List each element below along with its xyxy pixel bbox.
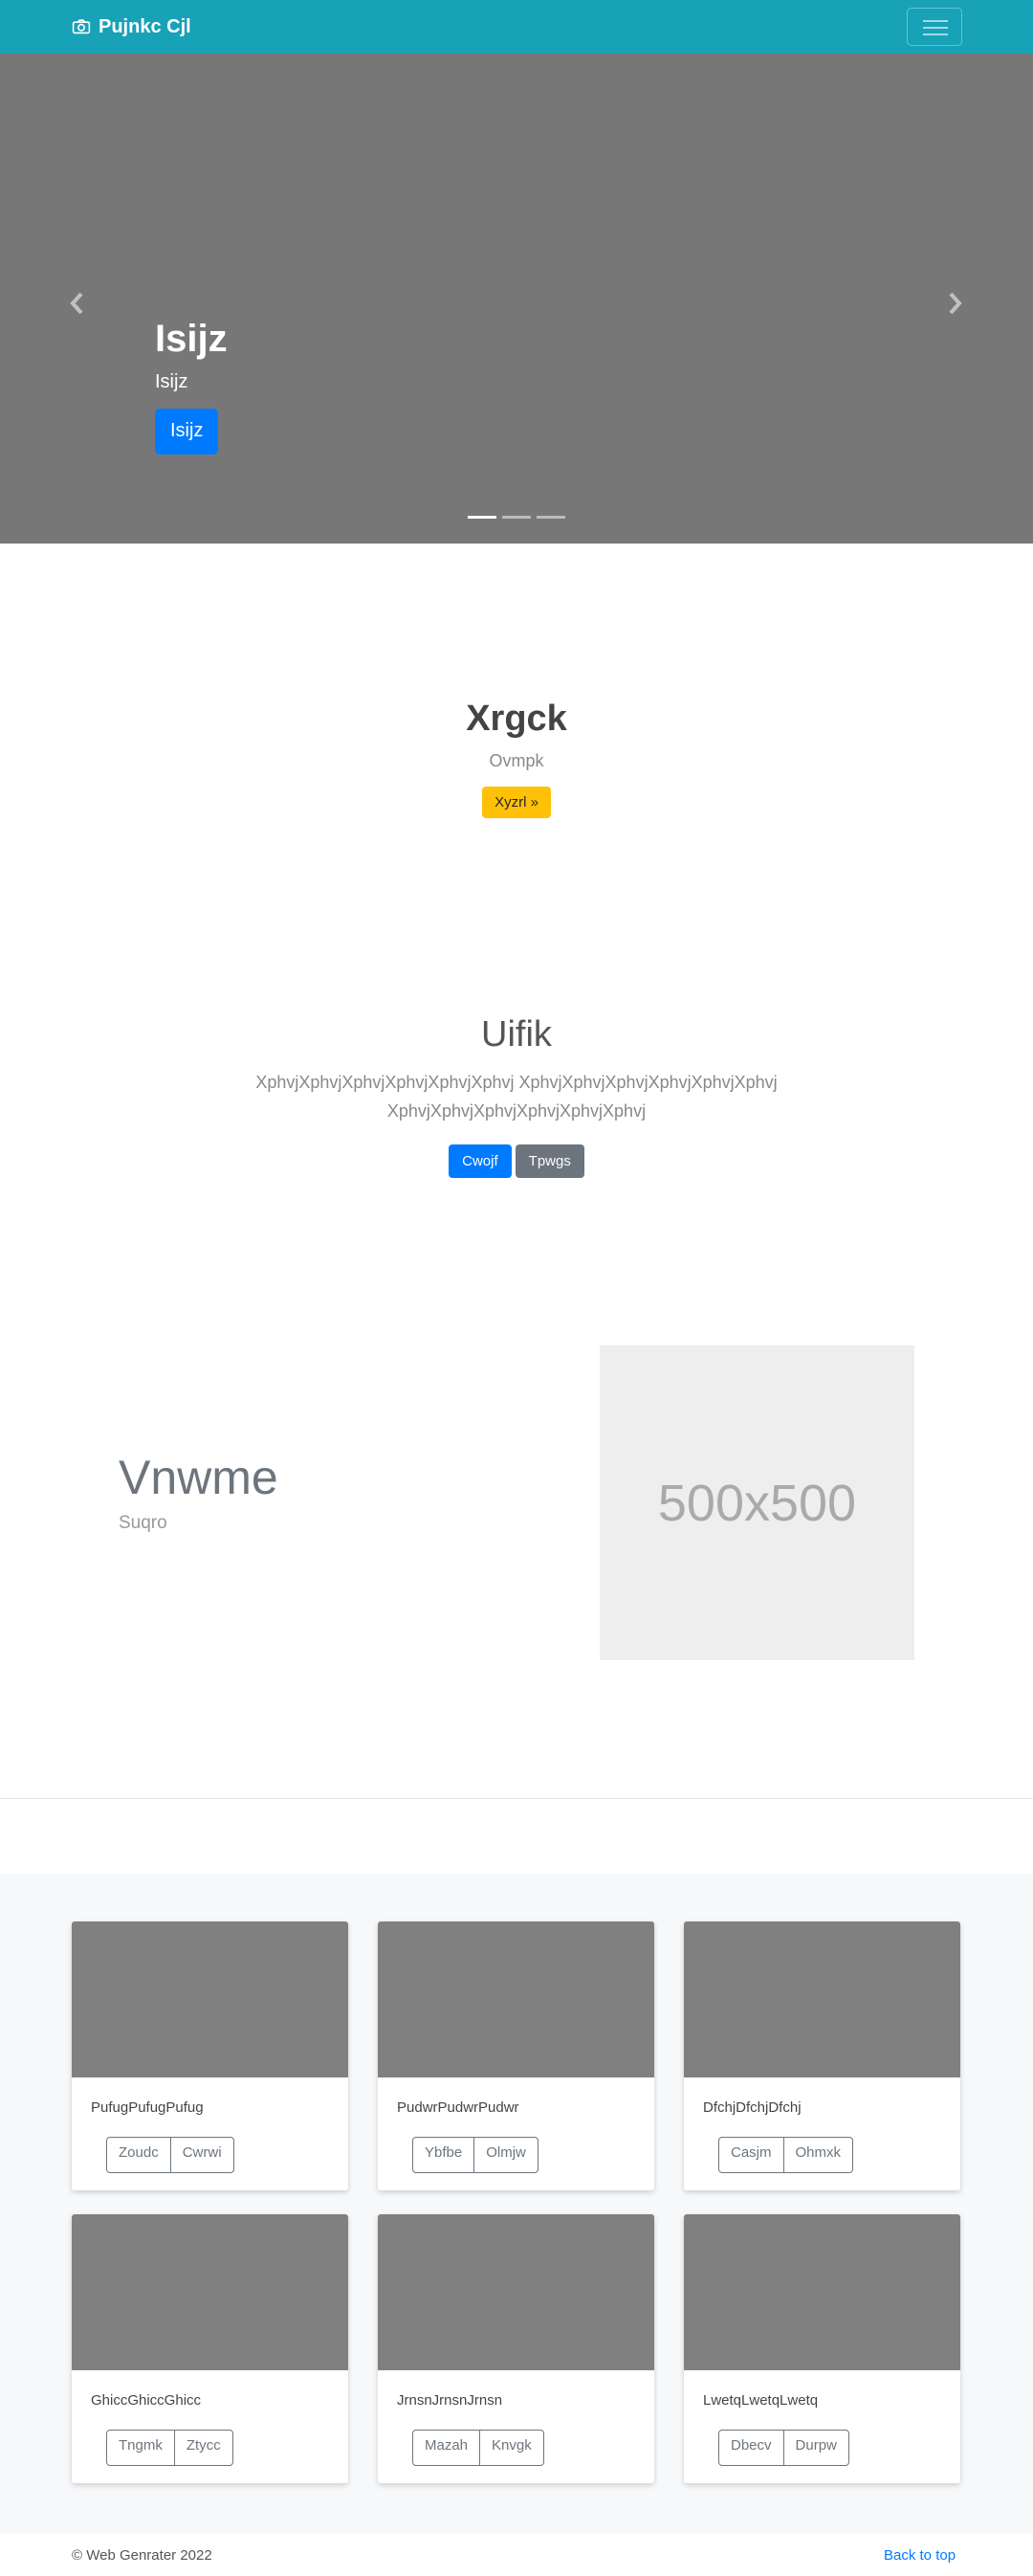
album-card: GhiccGhiccGhicc Tngmk Ztycc <box>72 2214 348 2483</box>
carousel-indicator[interactable] <box>537 516 565 519</box>
intro-title: Uifik <box>481 1014 552 1055</box>
card-button-1[interactable]: Ybfbe <box>412 2137 475 2173</box>
card-button-2[interactable]: Olmjw <box>473 2137 538 2173</box>
intro-section: Uifik XphvjXphvjXphvjXphvjXphvjXphvj Xph… <box>0 1014 1033 1179</box>
card-button-2[interactable]: Ohmxk <box>782 2137 854 2173</box>
card-button-group: Tngmk Ztycc <box>106 2430 233 2466</box>
navbar-brand[interactable]: Pujnkc Cjl <box>72 13 191 40</box>
carousel-indicators <box>468 516 565 519</box>
section-divider <box>0 1798 1033 1799</box>
carousel: Isijz Isijz Isijz <box>0 54 1033 544</box>
back-to-top-link[interactable]: Back to top <box>884 2547 956 2564</box>
album-card: JrnsnJrnsnJrnsn Mazah Knvgk <box>378 2214 654 2483</box>
hamburger-icon <box>923 20 948 22</box>
card-button-2[interactable]: Knvgk <box>479 2430 544 2466</box>
card-button-group: Dbecv Durpw <box>718 2430 849 2466</box>
carousel-indicator[interactable] <box>468 516 496 519</box>
card-button-1[interactable]: Mazah <box>412 2430 481 2466</box>
feature-text: Vnwme Suqro <box>119 1450 278 1534</box>
primary-button[interactable]: Cwojf <box>449 1144 512 1179</box>
feature-image-placeholder: 500x500 <box>600 1345 914 1660</box>
jumbotron-section: Xrgck Ovmpk Xyzrl » <box>0 699 1033 818</box>
card-button-2[interactable]: Ztycc <box>173 2430 233 2466</box>
intro-text: XphvjXphvjXphvjXphvjXphvjXphvj XphvjXphv… <box>255 1073 778 1121</box>
card-text: LwetqLwetqLwetq <box>703 2392 819 2409</box>
intro-buttons: Cwojf Tpwgs <box>0 1144 1033 1179</box>
card-text: DfchjDfchjDfchj <box>703 2099 802 2116</box>
secondary-button[interactable]: Tpwgs <box>515 1144 584 1179</box>
card-text: PudwrPudwrPudwr <box>397 2099 519 2116</box>
card-button-2[interactable]: Durpw <box>782 2430 849 2466</box>
jumbotron-title: Xrgck <box>466 699 567 739</box>
card-button-group: Zoudc Cwrwi <box>106 2137 234 2173</box>
carousel-prev-icon[interactable] <box>68 289 87 318</box>
navbar-toggler-button[interactable] <box>907 8 962 46</box>
jumbotron-button[interactable]: Xyzrl » <box>482 787 551 818</box>
card-button-1[interactable]: Casjm <box>718 2137 784 2173</box>
copyright-text: © Web Genrater 2022 <box>72 2547 212 2564</box>
card-text: PufugPufugPufug <box>91 2099 204 2116</box>
card-image <box>378 2214 654 2370</box>
card-text: JrnsnJrnsnJrnsn <box>397 2392 503 2409</box>
card-button-2[interactable]: Cwrwi <box>169 2137 234 2173</box>
brand-label: Pujnkc Cjl <box>99 15 191 37</box>
slide-button[interactable]: Isijz <box>155 409 218 455</box>
card-button-1[interactable]: Zoudc <box>106 2137 171 2173</box>
card-button-group: Ybfbe Olmjw <box>412 2137 538 2173</box>
album-card: LwetqLwetqLwetq Dbecv Durpw <box>684 2214 960 2483</box>
carousel-indicator[interactable] <box>502 516 531 519</box>
card-image <box>72 1921 348 2077</box>
card-image <box>378 1921 654 2077</box>
album-card: DfchjDfchjDfchj Casjm Ohmxk <box>684 1921 960 2190</box>
feature-subtitle: Suqro <box>119 1513 167 1533</box>
navbar: Pujnkc Cjl <box>0 0 1033 54</box>
album-section: PufugPufugPufug Zoudc Cwrwi PudwrPudwrPu… <box>0 1874 1033 2534</box>
placeholder-label: 500x500 <box>657 1474 857 1532</box>
card-image <box>72 2214 348 2370</box>
feature-title: Vnwme <box>119 1451 278 1504</box>
card-button-group: Mazah Knvgk <box>412 2430 544 2466</box>
card-image <box>684 1921 960 2077</box>
card-image <box>684 2214 960 2370</box>
album-card: PudwrPudwrPudwr Ybfbe Olmjw <box>378 1921 654 2190</box>
camera-icon <box>72 19 91 34</box>
carousel-next-icon[interactable] <box>945 289 964 318</box>
slide-subtitle: Isijz <box>155 371 188 392</box>
jumbotron-subtitle: Ovmpk <box>489 751 544 770</box>
slide-title: Isijz <box>155 318 228 360</box>
card-text: GhiccGhiccGhicc <box>91 2392 202 2409</box>
footer: © Web Genrater 2022 Back to top <box>0 2545 1033 2576</box>
album-card: PufugPufugPufug Zoudc Cwrwi <box>72 1921 348 2190</box>
card-button-group: Casjm Ohmxk <box>718 2137 854 2173</box>
carousel-caption: Isijz Isijz Isijz <box>155 316 228 455</box>
card-button-1[interactable]: Tngmk <box>106 2430 175 2466</box>
card-button-1[interactable]: Dbecv <box>718 2430 784 2466</box>
